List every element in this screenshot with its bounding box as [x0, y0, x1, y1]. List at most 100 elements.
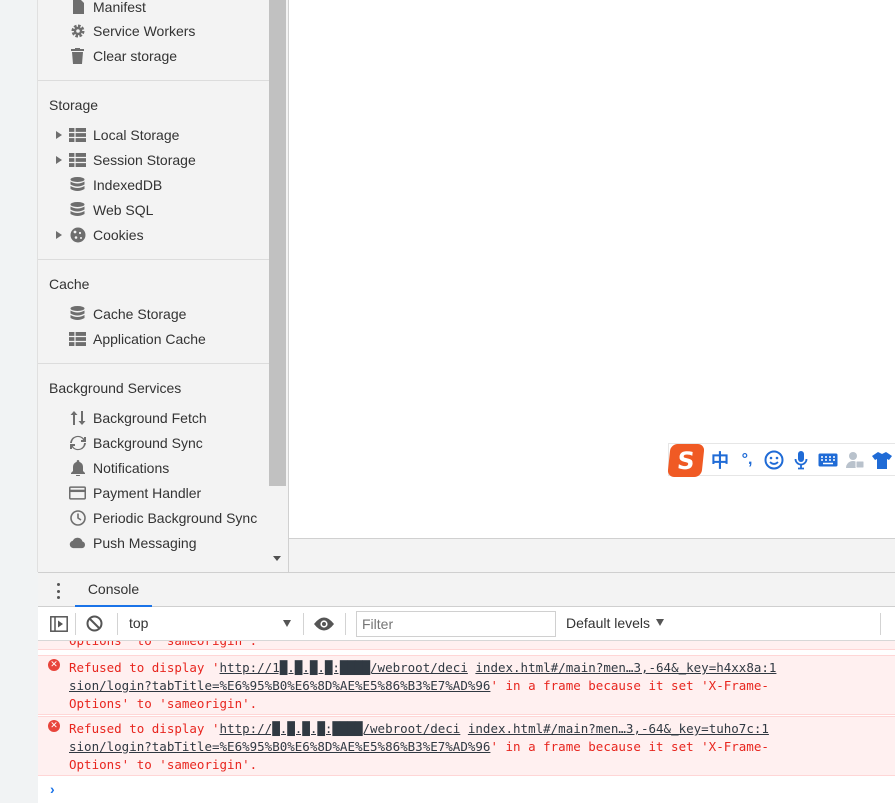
grid-icon	[69, 330, 86, 347]
sidebar-item-label: Push Messaging	[93, 534, 197, 551]
console-message-partial: Options' to 'sameorigin'.	[38, 641, 895, 650]
bell-icon	[69, 459, 86, 476]
section-title-cache: Cache	[49, 276, 90, 292]
sidebar-item-label: Payment Handler	[93, 484, 202, 501]
sidebar-item-label: Session Storage	[93, 151, 196, 168]
sidebar-item-notifications[interactable]: Notifications	[38, 455, 269, 480]
dropdown-arrow-icon	[656, 619, 665, 626]
database-icon	[69, 176, 86, 193]
sidebar-item-payment-handler[interactable]: Payment Handler	[38, 480, 269, 505]
sidebar-item-label: Background Fetch	[93, 409, 207, 426]
database-icon	[69, 201, 86, 218]
sidebar-item-label: Notifications	[93, 459, 170, 476]
scrollbar-thumb[interactable]	[269, 0, 286, 486]
grid-icon	[69, 126, 86, 143]
ime-toolbar: S 中 °,	[667, 443, 895, 477]
sidebar-item-session-storage[interactable]: Session Storage	[38, 147, 269, 172]
context-selector[interactable]: top	[129, 615, 291, 633]
sidebar-item-label: Service Workers	[93, 22, 196, 39]
sidebar-item-label: Web SQL	[93, 201, 154, 218]
filter-input[interactable]	[356, 611, 556, 637]
expand-arrow-icon[interactable]	[56, 155, 62, 164]
toolbar-separator	[75, 613, 76, 635]
database-icon	[69, 305, 86, 322]
context-selector-value: top	[129, 615, 149, 631]
microphone-icon[interactable]	[790, 449, 812, 471]
sidebar-item-indexeddb[interactable]: IndexedDB	[38, 172, 269, 197]
console-error-message: ✕ Refused to display 'http://█.█.█.█:███…	[38, 716, 895, 776]
sidebar-item-manifest[interactable]: Manifest	[38, 0, 269, 19]
sidebar-toggle-icon[interactable]	[50, 616, 68, 637]
skin-shirt-icon[interactable]	[871, 449, 893, 471]
clear-console-icon[interactable]	[86, 615, 103, 637]
console-toolbar: top Default levels	[38, 607, 895, 641]
section-title-background-services: Background Services	[49, 380, 182, 396]
sidebar-scrollbar[interactable]	[269, 0, 288, 572]
source-location-link[interactable]: index.html#/main?men…3,-64&_key=h4xx8a:1	[475, 660, 776, 675]
console-messages: Options' to 'sameorigin'. ✕ Refused to d…	[38, 641, 895, 803]
error-icon: ✕	[48, 720, 60, 732]
error-icon: ✕	[48, 659, 60, 671]
punctuation-toggle[interactable]: °,	[736, 449, 758, 471]
source-location-link[interactable]: index.html#/main?men…3,-64&_key=tuho7c:1	[468, 721, 769, 736]
sidebar-item-cache-storage[interactable]: Cache Storage	[38, 301, 269, 326]
sidebar-item-cookies[interactable]: Cookies	[38, 222, 269, 247]
sidebar-item-local-storage[interactable]: Local Storage	[38, 122, 269, 147]
source-url-link[interactable]: http://1█.█.█.█:████/webroot/deci	[220, 660, 468, 675]
toolbar-separator	[303, 613, 304, 635]
sidebar-item-push-messaging[interactable]: Push Messaging	[38, 530, 269, 555]
clock-icon	[69, 509, 86, 526]
trash-icon	[69, 47, 86, 64]
user-icon[interactable]	[844, 449, 866, 471]
more-tools-menu-icon[interactable]	[55, 583, 61, 599]
gear-icon	[69, 22, 86, 39]
devtools-window: Manifest Service Workers Clear storage S…	[0, 0, 895, 803]
source-url-link[interactable]: sion/login?tabTitle=%E6%95%B0%E6%8D%AE%E…	[69, 678, 490, 693]
sidebar-item-service-workers[interactable]: Service Workers	[38, 18, 269, 43]
log-levels-dropdown[interactable]: Default levels	[566, 615, 665, 631]
sidebar-item-background-fetch[interactable]: Background Fetch	[38, 405, 269, 430]
console-error-message: ✕ Refused to display 'http://1█.█.█.█:██…	[38, 655, 895, 715]
section-divider	[38, 363, 269, 364]
message-line: Refused to display 'http://█.█.█.█:████/…	[69, 721, 769, 736]
message-line: sion/login?tabTitle=%E6%95%B0%E6%8D%AE%E…	[69, 739, 769, 754]
sidebar-item-background-sync[interactable]: Background Sync	[38, 430, 269, 455]
sidebar-item-label: Periodic Background Sync	[93, 509, 258, 526]
sidebar-item-label: Cache Storage	[93, 305, 187, 322]
emoji-icon[interactable]	[763, 449, 785, 471]
sidebar-item-periodic-background-sync[interactable]: Periodic Background Sync	[38, 505, 269, 530]
message-line: Refused to display 'http://1█.█.█.█:████…	[69, 660, 777, 675]
expand-arrow-icon[interactable]	[56, 130, 62, 139]
drawer-gutter	[0, 572, 38, 803]
log-levels-label: Default levels	[566, 615, 651, 631]
source-url-link[interactable]: sion/login?tabTitle=%E6%95%B0%E6%8D%AE%E…	[69, 739, 490, 754]
message-line: Options' to 'sameorigin'.	[69, 757, 258, 772]
language-toggle[interactable]: 中	[709, 449, 731, 471]
expand-arrow-icon[interactable]	[56, 230, 62, 239]
sidebar-item-label: Clear storage	[93, 47, 178, 64]
sidebar-item-web-sql[interactable]: Web SQL	[38, 197, 269, 222]
section-divider	[38, 259, 269, 260]
cloud-icon	[69, 534, 86, 551]
sidebar-item-clear-storage[interactable]: Clear storage	[38, 43, 269, 68]
toolbar-separator	[345, 613, 346, 635]
console-prompt[interactable]: ›	[50, 781, 55, 797]
section-title-storage: Storage	[49, 97, 99, 113]
toolbar-separator	[880, 613, 881, 635]
eye-icon[interactable]	[313, 617, 335, 636]
message-line: Options' to 'sameorigin'.	[69, 696, 258, 711]
drawer-tabbar: Console	[38, 573, 895, 607]
application-sidebar: Manifest Service Workers Clear storage S…	[38, 0, 269, 572]
section-divider	[38, 80, 269, 81]
source-url-link[interactable]: http://█.█.█.█:████/webroot/deci	[220, 721, 461, 736]
tab-console[interactable]: Console	[75, 573, 152, 607]
sogou-logo-icon[interactable]: S	[667, 444, 705, 477]
up-down-arrows-icon	[69, 409, 86, 426]
sidebar-item-label: IndexedDB	[93, 176, 163, 193]
scroll-down-arrow-icon[interactable]	[273, 556, 281, 561]
sidebar-item-application-cache[interactable]: Application Cache	[38, 326, 269, 351]
main-panel-footer	[289, 538, 895, 572]
sync-icon	[69, 434, 86, 451]
keyboard-icon[interactable]	[817, 449, 839, 471]
message-line: sion/login?tabTitle=%E6%95%B0%E6%8D%AE%E…	[69, 678, 769, 693]
